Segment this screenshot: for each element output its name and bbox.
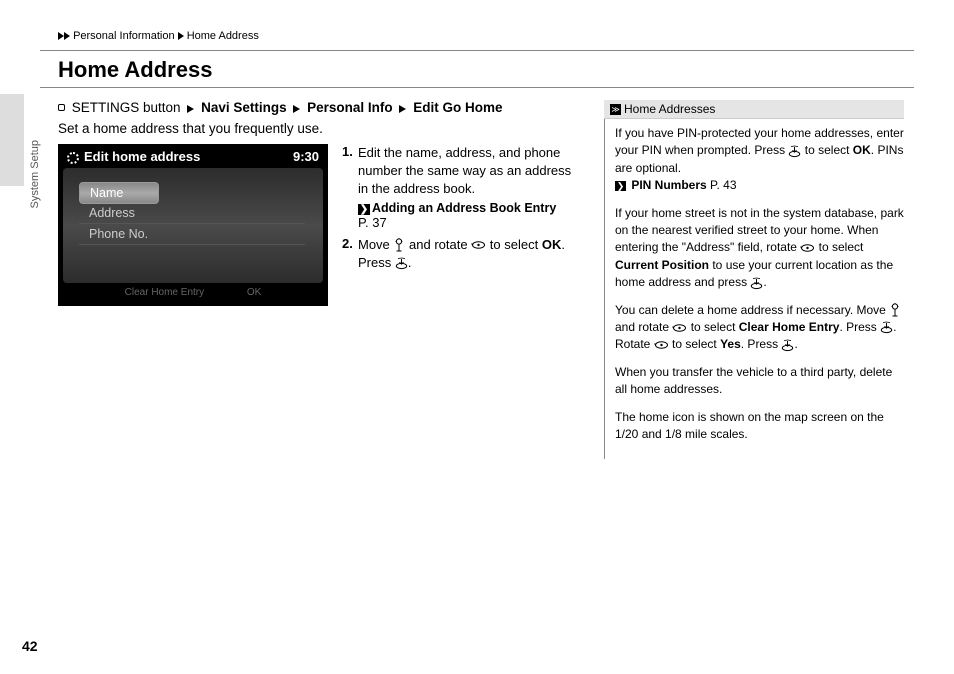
sidebar-text-frag: and rotate (615, 320, 672, 334)
device-screenshot: Edit home address 9:30 Name Address Phon… (58, 144, 328, 306)
sidebar-text-frag: to select (815, 240, 863, 254)
navpath-arrow-icon (399, 105, 406, 113)
sidebar-heading: ≫Home Addresses (604, 100, 904, 119)
screenshot-row: Address (79, 203, 305, 224)
step-number: 1. (342, 144, 358, 198)
sidebar-text-frag: to select (669, 337, 720, 351)
screenshot-clock: 9:30 (293, 149, 319, 164)
press-dial-icon (880, 321, 893, 334)
sidebar-text-bold: Yes (720, 337, 741, 351)
step-text-frag: to select (486, 237, 542, 252)
sidebar-text-frag: . (763, 275, 766, 289)
sidebar-paragraph: If your home street is not in the system… (615, 205, 904, 292)
breadcrumb-item: Home Address (187, 30, 259, 42)
rotate-dial-icon (800, 242, 815, 254)
page-title: Home Address (58, 57, 914, 83)
sidebar-text-bold: Current Position (615, 258, 709, 272)
navpath-seg: Navi Settings (201, 100, 287, 115)
sidebar-body: If you have PIN-protected your home addr… (604, 119, 904, 459)
divider (40, 87, 914, 88)
joystick-move-icon (393, 238, 405, 252)
rotate-dial-icon (471, 239, 486, 251)
crossref-arrow-icon: ❯ (615, 181, 626, 191)
screenshot-footer-left: Clear Home Entry (125, 287, 204, 298)
sidebar-paragraph: You can delete a home address if necessa… (615, 302, 904, 354)
sidebar-text-frag: to select (687, 320, 738, 334)
navpath-seg: Edit Go Home (413, 100, 502, 115)
step-text-bold: OK (542, 237, 562, 252)
crossref-arrow-icon: ❯ (358, 204, 370, 215)
press-dial-icon (781, 339, 794, 352)
sidebar-paragraph: When you transfer the vehicle to a third… (615, 364, 904, 399)
breadcrumb-arrow-icon (178, 32, 184, 40)
section-tab (0, 94, 24, 186)
press-dial-icon (395, 257, 408, 270)
screenshot-row: Phone No. (79, 224, 305, 245)
sidebar-text-bold: OK (853, 143, 871, 157)
section-tab-label: System Setup (29, 140, 41, 208)
step-number: 2. (342, 236, 358, 272)
sidebar-text-frag: to select (801, 143, 852, 157)
rotate-dial-icon (654, 339, 669, 351)
press-dial-icon (750, 277, 763, 290)
breadcrumb-arrow-icon (64, 32, 70, 40)
page-number: 42 (22, 638, 38, 654)
sidebar-paragraph: The home icon is shown on the map screen… (615, 409, 904, 444)
sidebar-text-frag: You can delete a home address if necessa… (615, 303, 889, 317)
steps-list: 1. Edit the name, address, and phone num… (342, 144, 584, 306)
intro-text: Set a home address that you frequently u… (58, 121, 584, 136)
crossref-page: P. 37 (342, 215, 584, 230)
sidebar-text-frag: . (794, 337, 797, 351)
sidebar-text-bold: Clear Home Entry (739, 320, 840, 334)
nav-path: SETTINGS button Navi Settings Personal I… (58, 100, 584, 115)
press-dial-icon (788, 145, 801, 158)
breadcrumb: Personal Information Home Address (58, 30, 914, 42)
screenshot-footer-right: OK (247, 287, 261, 298)
step-text: Move and rotate to select OK. Press . (358, 236, 584, 272)
divider (40, 50, 914, 51)
sidebar-heading-text: Home Addresses (624, 102, 715, 116)
navpath-seg: Personal Info (307, 100, 393, 115)
step-crossref: ❯Adding an Address Book Entry (342, 201, 584, 215)
settings-button-icon (58, 104, 65, 111)
step-text-frag: . (408, 255, 412, 270)
sidebar-chevron-icon: ≫ (610, 104, 621, 115)
navpath-prefix: SETTINGS button (72, 100, 181, 115)
gear-icon (67, 152, 79, 164)
sidebar-paragraph: If you have PIN-protected your home addr… (615, 125, 904, 195)
breadcrumb-item: Personal Information (73, 30, 175, 42)
step-text: Edit the name, address, and phone number… (358, 144, 584, 198)
sidebar-text-frag: . Press (839, 320, 880, 334)
step-text-frag: and rotate (405, 237, 471, 252)
screenshot-row-selected: Name (79, 182, 159, 204)
navpath-arrow-icon (187, 105, 194, 113)
crossref-label: PIN Numbers (631, 178, 706, 192)
navpath-arrow-icon (293, 105, 300, 113)
crossref-label: Adding an Address Book Entry (372, 201, 556, 215)
sidebar-text-frag: . Press (741, 337, 782, 351)
screenshot-title: Edit home address (84, 149, 200, 164)
joystick-move-icon (889, 303, 901, 317)
step-text-frag: Move (358, 237, 393, 252)
crossref-page: P. 43 (707, 178, 737, 192)
rotate-dial-icon (672, 322, 687, 334)
